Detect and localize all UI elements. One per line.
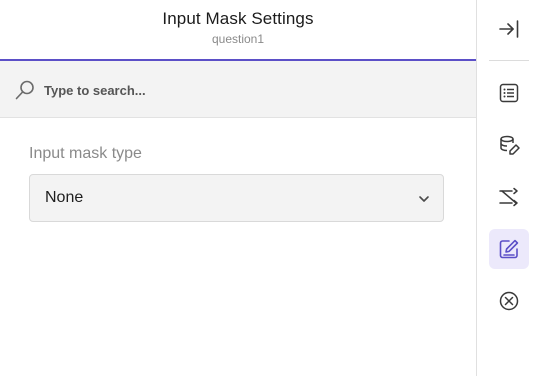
input-mask-settings-button[interactable] — [489, 229, 529, 269]
search-bar — [0, 61, 476, 118]
toolbar-divider — [489, 60, 529, 61]
list-icon — [499, 83, 519, 103]
arrow-to-right-icon — [499, 20, 519, 38]
search-icon — [15, 80, 34, 100]
panel-title: Input Mask Settings — [162, 9, 314, 28]
dropdown-selected-value: None — [45, 189, 84, 206]
input-mask-type-dropdown[interactable]: None — [29, 174, 444, 222]
circle-x-icon — [499, 291, 519, 311]
panel-subtitle: question1 — [211, 32, 265, 46]
search-input[interactable] — [44, 78, 444, 102]
database-icon — [500, 135, 520, 155]
edit-icon — [499, 239, 519, 259]
settings-panel: Input Mask Settings question1 Input mask… — [0, 0, 476, 376]
chevron-down-icon — [419, 196, 429, 202]
input-mask-type-label: Input mask type — [29, 145, 142, 162]
logic-settings-button[interactable] — [489, 177, 529, 217]
validation-settings-button[interactable] — [489, 281, 529, 321]
panel-header: Input Mask Settings question1 — [0, 0, 476, 61]
data-settings-button[interactable] — [489, 125, 529, 165]
property-grid-root: Input Mask Settings question1 Input mask… — [0, 0, 546, 376]
collapse-panel-button[interactable] — [489, 9, 529, 49]
general-settings-button[interactable] — [489, 73, 529, 113]
route-icon — [499, 187, 518, 207]
side-toolbar — [476, 0, 546, 376]
